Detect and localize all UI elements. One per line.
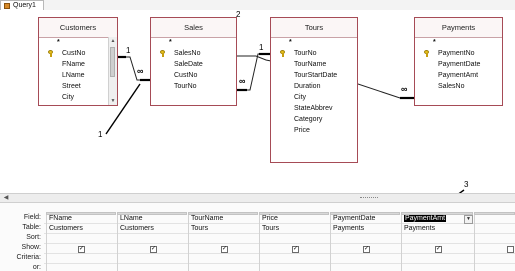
relationship-many-marker: ∞ xyxy=(401,84,408,94)
show-checkbox[interactable]: ✓ xyxy=(292,246,299,253)
table-title[interactable]: Customers xyxy=(39,18,117,38)
query-icon xyxy=(4,2,10,9)
row-label-table: Table: xyxy=(22,224,41,231)
grid-column-paymentamt[interactable]: PaymentAmt ▼ Payments ✓ xyxy=(401,215,475,271)
show-checkbox[interactable] xyxy=(507,246,514,253)
field-list-item[interactable]: StateAbbrev xyxy=(271,103,357,114)
field-list-item[interactable]: Price xyxy=(271,125,357,136)
field-list-item[interactable]: TourNo xyxy=(271,48,357,59)
grid-column-fname[interactable]: FName Customers ✓ xyxy=(46,215,118,271)
field-list-item[interactable]: SalesNo xyxy=(151,48,236,59)
field-list-item[interactable]: CustNo xyxy=(151,70,236,81)
row-label-criteria: Criteria: xyxy=(16,254,41,261)
grid-table-cell[interactable]: Customers xyxy=(120,225,154,232)
query-design-pane[interactable]: 1 ∞ 1 ∞ ∞ Customers * CustNo FName LName… xyxy=(0,10,515,193)
callout-number: 1 xyxy=(98,130,103,139)
primary-key-icon xyxy=(48,50,54,57)
field-list-item[interactable]: Category xyxy=(271,114,357,125)
grid-table-cell[interactable]: Tours xyxy=(262,225,279,232)
field-list-item[interactable]: City xyxy=(39,92,117,103)
field-label: PaymentNo xyxy=(438,50,475,57)
primary-key-icon xyxy=(160,50,166,57)
field-list-item[interactable]: TourName xyxy=(271,59,357,70)
grid-field-cell[interactable]: PaymentDate xyxy=(333,215,375,222)
grid-field-cell[interactable]: FName xyxy=(49,215,72,222)
table-title[interactable]: Sales xyxy=(151,18,236,38)
field-label: CustNo xyxy=(62,50,86,57)
grid-column-lname[interactable]: LName Customers ✓ xyxy=(117,215,189,271)
relationship-one-marker: 1 xyxy=(259,43,264,52)
grid-field-cell[interactable]: LName xyxy=(120,215,143,222)
field-list-scrollbar[interactable]: ▲ ▼ xyxy=(108,37,117,105)
scrollbar-thumb[interactable] xyxy=(110,47,115,77)
field-list-item[interactable]: PaymentDate xyxy=(415,59,502,70)
field-list-item[interactable]: Duration xyxy=(271,81,357,92)
table-customers[interactable]: Customers * CustNo FName LName Street Ci… xyxy=(38,17,118,106)
grid-column-empty[interactable] xyxy=(474,215,515,271)
primary-key-icon xyxy=(280,50,286,57)
query-design-grid[interactable]: Field: Table: Sort: Show: Criteria: or: … xyxy=(0,203,515,271)
field-dropdown-button[interactable]: ▼ xyxy=(464,215,473,224)
table-sales[interactable]: Sales * SalesNo SaleDate CustNo TourNo xyxy=(150,17,237,106)
relationship-many-marker: ∞ xyxy=(239,76,246,86)
field-list-item[interactable]: CustNo xyxy=(39,48,117,59)
grid-table-cell[interactable]: Customers xyxy=(49,225,83,232)
design-pane-scrollbar[interactable]: ◀ xyxy=(0,193,515,203)
field-list-item[interactable]: City xyxy=(271,92,357,103)
grid-field-cell[interactable]: TourName xyxy=(191,215,223,222)
grid-table-cell[interactable]: Tours xyxy=(191,225,208,232)
field-list-item[interactable]: SalesNo xyxy=(415,81,502,92)
query-tab[interactable]: Query1 xyxy=(0,0,44,10)
table-payments[interactable]: Payments * PaymentNo PaymentDate Payment… xyxy=(414,17,503,106)
field-list-item[interactable]: TourNo xyxy=(151,81,236,92)
field-list-item[interactable]: * xyxy=(151,37,236,48)
field-list-item[interactable]: TourStartDate xyxy=(271,70,357,81)
callout-number: 3 xyxy=(464,180,469,189)
show-checkbox[interactable]: ✓ xyxy=(435,246,442,253)
field-list-item[interactable]: PaymentAmt xyxy=(415,70,502,81)
show-checkbox[interactable]: ✓ xyxy=(221,246,228,253)
field-list-item[interactable]: * xyxy=(271,37,357,48)
show-checkbox[interactable]: ✓ xyxy=(363,246,370,253)
field-list-item[interactable]: * xyxy=(415,37,502,48)
field-list-item[interactable]: LName xyxy=(39,70,117,81)
grid-table-cell[interactable]: Payments xyxy=(404,225,435,232)
relationship-one-marker: 1 xyxy=(126,46,131,55)
field-label: TourNo xyxy=(294,50,317,57)
field-list-item[interactable]: * xyxy=(39,37,117,48)
scroll-down-icon[interactable]: ▼ xyxy=(109,97,117,105)
primary-key-icon xyxy=(424,50,430,57)
callout-number: 2 xyxy=(236,10,241,19)
field-label: SalesNo xyxy=(174,50,201,57)
query-tab-label: Query1 xyxy=(13,2,36,9)
grid-table-cell[interactable]: Payments xyxy=(333,225,364,232)
grid-column-paymentdate[interactable]: PaymentDate Payments ✓ xyxy=(330,215,402,271)
relationship-line-customers-sales xyxy=(117,56,150,81)
table-title[interactable]: Payments xyxy=(415,18,502,38)
table-tours[interactable]: Tours * TourNo TourName TourStartDate Du… xyxy=(270,17,358,163)
table-title[interactable]: Tours xyxy=(271,18,357,38)
relationship-many-marker: ∞ xyxy=(137,66,144,76)
field-list-item[interactable]: FName xyxy=(39,59,117,70)
row-label-show: Show: xyxy=(21,244,41,251)
show-checkbox[interactable]: ✓ xyxy=(78,246,85,253)
scroll-up-icon[interactable]: ▲ xyxy=(109,37,117,45)
grid-field-cell-selected[interactable]: PaymentAmt xyxy=(404,215,447,222)
grid-column-tourname[interactable]: TourName Tours ✓ xyxy=(188,215,260,271)
field-list-item[interactable]: SaleDate xyxy=(151,59,236,70)
field-list-item[interactable]: PaymentNo xyxy=(415,48,502,59)
grid-column-price[interactable]: Price Tours ✓ xyxy=(259,215,331,271)
row-label-or: or: xyxy=(32,264,41,271)
row-label-field: Field: xyxy=(23,214,41,221)
grid-field-cell[interactable]: Price xyxy=(262,215,278,222)
scroll-left-icon[interactable]: ◀ xyxy=(2,194,10,203)
show-checkbox[interactable]: ✓ xyxy=(150,246,157,253)
row-label-sort: Sort: xyxy=(26,234,41,241)
pane-splitter-grip[interactable] xyxy=(360,197,378,200)
field-list-item[interactable]: Street xyxy=(39,81,117,92)
